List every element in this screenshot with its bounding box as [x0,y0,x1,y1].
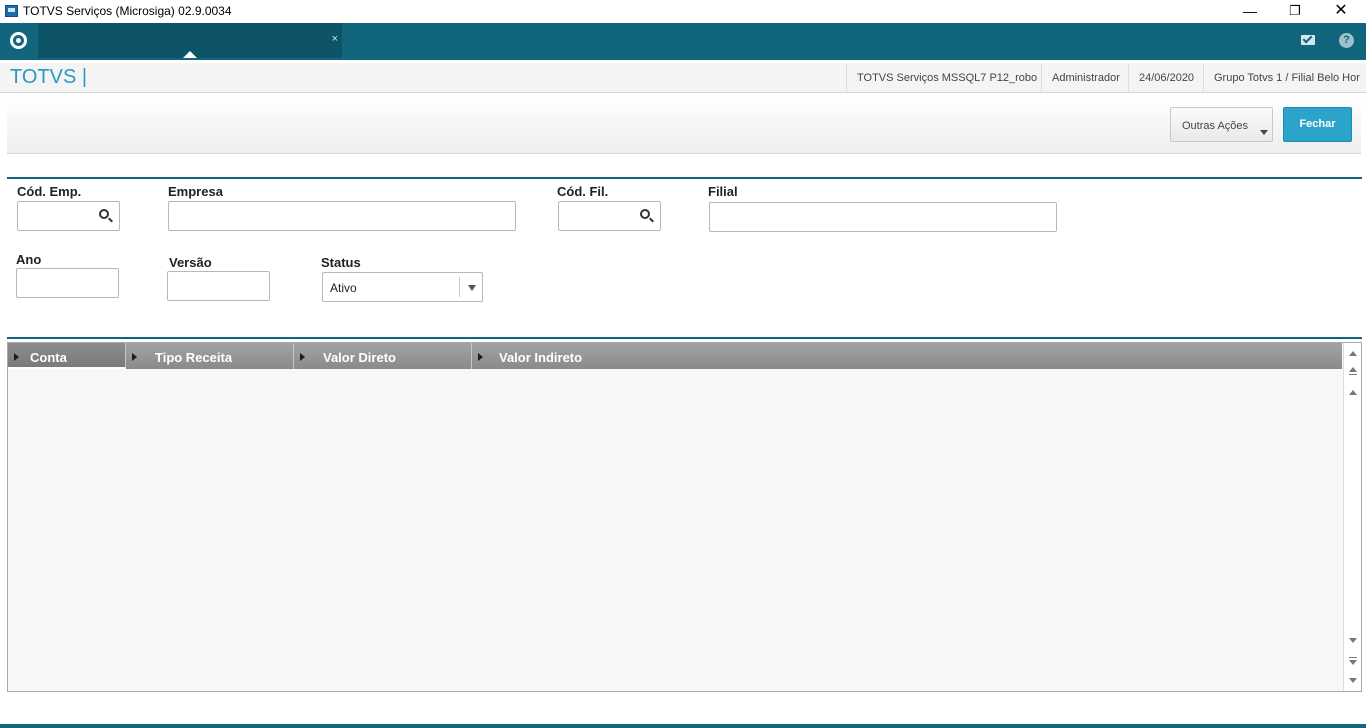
close-window-button[interactable]: ✕ [1318,0,1364,23]
cod-fil-label: Cód. Fil. [557,184,609,199]
chevron-down-icon [468,285,476,291]
search-icon[interactable] [99,209,109,219]
user-info: Administrador [1041,63,1130,93]
help-icon[interactable]: ? [1339,33,1354,48]
scroll-down-icon[interactable] [1347,635,1359,647]
brand-logo: TOTVS | [10,66,88,88]
column-header-conta[interactable]: Conta [8,343,126,369]
environment-info: TOTVS Serviços MSSQL7 P12_robo [846,63,1047,93]
app-icon [5,5,18,17]
grid-top-divider [7,337,1362,339]
scroll-bottom-icon[interactable] [1347,675,1359,687]
date-info: 24/06/2020 [1128,63,1204,93]
tab-close-icon[interactable]: × [332,33,338,45]
outras-acoes-label: Outras Ações [1182,120,1249,132]
empresa-input[interactable] [168,201,516,231]
minimize-button[interactable]: — [1227,0,1273,23]
cod-emp-label: Cód. Emp. [17,184,82,199]
search-icon[interactable] [640,209,650,219]
ano-input[interactable] [16,268,119,298]
maximize-button[interactable]: ❐ [1272,0,1318,23]
form-top-divider [7,177,1362,179]
column-label: Conta [30,350,67,365]
versao-label: Versão [169,255,212,270]
branch-info: Grupo Totvs 1 / Filial Belo Hor [1203,63,1366,93]
vertical-scrollbar[interactable] [1343,343,1361,691]
column-header-valor-indireto[interactable]: Valor Indireto [472,343,1342,369]
grid-header: Conta Tipo Receita Valor Direto Valor In… [8,343,1342,369]
column-expand-icon [14,353,19,361]
scroll-page-down-icon[interactable] [1347,655,1359,667]
status-selected-value: Ativo [330,281,357,295]
action-toolbar: Outras Ações Fechar [7,96,1361,154]
filial-input[interactable] [709,202,1057,232]
column-expand-icon [478,353,483,361]
select-divider [459,277,460,297]
empresa-label: Empresa [168,184,223,199]
window-titlebar: TOTVS Serviços (Microsiga) 02.9.0034 — ❐… [0,0,1366,23]
session-header: TOTVS | TOTVS Serviços MSSQL7 P12_robo A… [0,60,1366,93]
open-routine-tab[interactable]: × [38,23,342,58]
status-label: Status [321,255,361,270]
column-label: Valor Direto [323,350,396,365]
data-grid[interactable]: Conta Tipo Receita Valor Direto Valor In… [7,342,1362,692]
ano-label: Ano [16,252,42,267]
versao-input[interactable] [167,271,270,301]
status-select[interactable]: Ativo [322,272,483,302]
column-label: Tipo Receita [155,350,233,365]
scroll-up-icon[interactable] [1347,387,1359,399]
window-bottom-border [0,724,1366,728]
column-expand-icon [300,353,305,361]
tab-active-caret-icon [183,51,197,58]
column-header-valor-direto[interactable]: Valor Direto [294,343,472,369]
scroll-top-icon[interactable] [1347,349,1359,361]
scroll-page-up-icon[interactable] [1347,367,1359,379]
mail-icon[interactable] [1301,35,1315,45]
chevron-down-icon [1260,130,1268,135]
fechar-button[interactable]: Fechar [1283,107,1352,142]
totvs-logo-icon[interactable] [10,32,27,49]
outras-acoes-button[interactable]: Outras Ações [1170,107,1273,142]
column-label: Valor Indireto [499,350,583,365]
window-title: TOTVS Serviços (Microsiga) 02.9.0034 [23,4,232,18]
column-expand-icon [132,353,137,361]
app-bar: × ? [0,23,1366,60]
filial-label: Filial [708,184,738,199]
column-header-tipo-receita[interactable]: Tipo Receita [126,343,294,369]
